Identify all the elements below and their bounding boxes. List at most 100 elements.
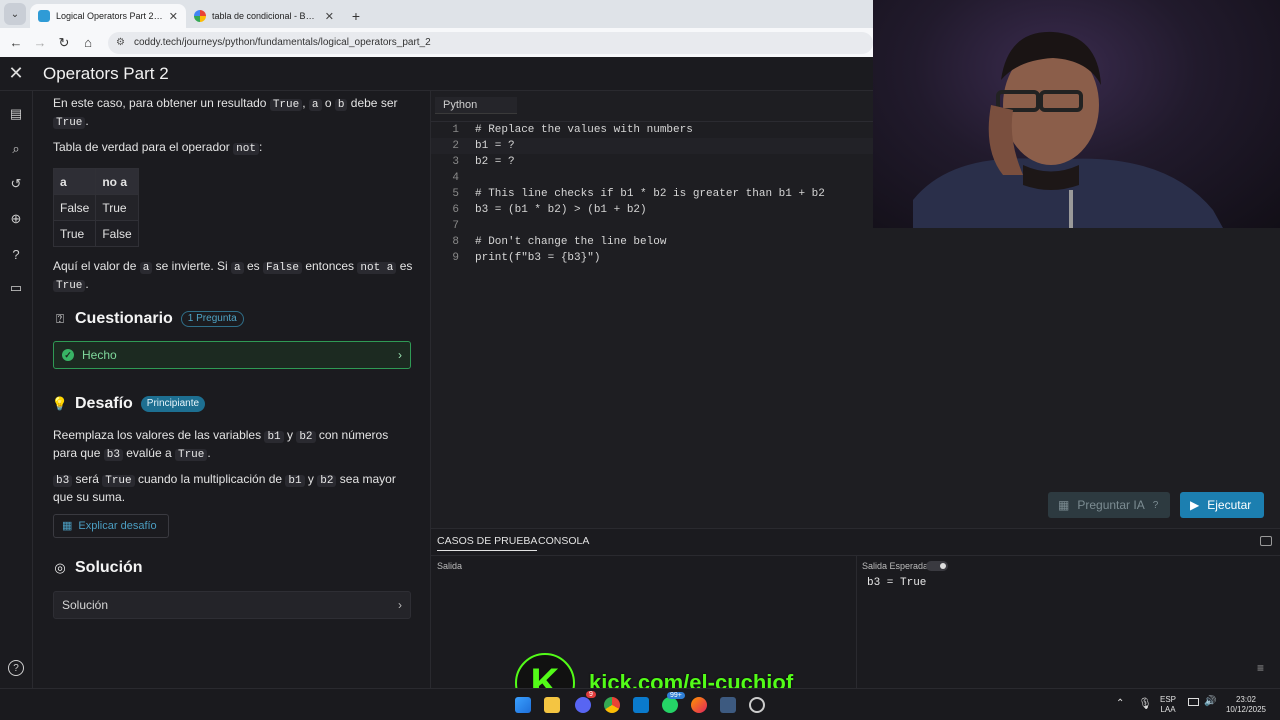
section-title: Desafío — [75, 395, 133, 412]
ask-ai-label: Preguntar IA — [1077, 498, 1145, 512]
done-label: Hecho — [82, 348, 117, 362]
table-cell: True — [95, 194, 139, 221]
truth-table: a no a False True True False — [52, 168, 139, 247]
code-line[interactable]: 9 print(f"b3 = {b3}") — [431, 250, 1280, 266]
address-bar[interactable]: ⚙ coddy.tech/journeys/python/fundamental… — [108, 31, 873, 54]
run-button[interactable]: ▶ Ejecutar — [1180, 492, 1264, 518]
reload-icon[interactable]: ↻ — [54, 33, 74, 53]
file-explorer-icon[interactable] — [544, 697, 560, 713]
volume-icon[interactable]: 🔊 — [1204, 696, 1216, 707]
windows-taskbar: 9 99+ ⌃ 🎙 ESP LAA 🔊 23:02 10/12/2025 — [0, 688, 1280, 720]
expected-output-toggle[interactable] — [926, 561, 948, 571]
search-document-icon[interactable]: ⌕ — [8, 141, 24, 157]
display-icon[interactable] — [1188, 698, 1199, 706]
quiz-icon: ⍰ — [56, 311, 64, 326]
microphone-icon[interactable]: 🎙 — [1138, 697, 1152, 710]
target-icon: ◎ — [54, 560, 66, 575]
quiz-done-button[interactable]: ✓ Hecho › — [53, 341, 411, 369]
table-header-cell: a — [52, 168, 97, 195]
explain-label: Explicar desafío — [78, 520, 157, 532]
expected-output-value: b3 = True — [867, 577, 927, 589]
tab-title: tabla de condicional - Buscar co — [212, 11, 319, 21]
lesson-book-icon[interactable]: ▤ — [8, 106, 24, 122]
table-row: False True — [52, 194, 139, 221]
challenge-paragraph: Reemplaza los valores de las variables b… — [53, 428, 389, 461]
vscode-icon[interactable] — [633, 697, 649, 713]
whatsapp-badge: 99+ — [667, 692, 685, 699]
clock[interactable]: 23:02 10/12/2025 — [1222, 695, 1270, 715]
tray-chevron-up-icon[interactable]: ⌃ — [1116, 698, 1124, 709]
chevron-right-icon: › — [398, 598, 402, 612]
streamer-camera-image — [913, 31, 1223, 228]
home-icon[interactable]: ⌂ — [78, 33, 98, 53]
section-title: Cuestionario — [75, 310, 173, 327]
obs-icon[interactable] — [749, 697, 765, 713]
tab-console[interactable]: CONSOLA — [538, 535, 589, 547]
close-tab-icon[interactable]: ✕ — [169, 10, 178, 23]
check-icon: ✓ — [62, 349, 74, 361]
whatsapp-icon[interactable] — [662, 697, 678, 713]
help-bubble-icon[interactable]: ? — [8, 246, 24, 262]
menu-icon[interactable]: ≡ — [1257, 661, 1264, 675]
close-tab-icon[interactable]: ✕ — [325, 10, 334, 23]
left-rail: ▤ ⌕ ↺ ⊕ ? ▭ ? — [0, 91, 33, 688]
webcam-overlay — [873, 0, 1280, 228]
info-icon: ? — [1152, 499, 1159, 511]
panel-toggle-icon[interactable] — [1260, 536, 1272, 546]
browser-tab-active[interactable]: Logical Operators Part 2 | Pytho ✕ — [30, 4, 186, 28]
section-title: Solución — [75, 559, 143, 576]
table-header-row: a no a — [52, 168, 139, 195]
language-indicator[interactable]: ESP LAA — [1160, 695, 1176, 715]
app-icon[interactable] — [720, 697, 736, 713]
google-favicon-icon — [194, 10, 206, 22]
tab-test-cases[interactable]: CASOS DE PRUEBA — [437, 535, 538, 551]
forward-icon[interactable]: → — [30, 33, 50, 53]
table-cell: False — [52, 194, 97, 221]
ask-ai-button[interactable]: ▦ Preguntar IA ? — [1048, 492, 1170, 518]
language-tab[interactable]: Python — [435, 97, 517, 114]
lesson-header: ✕ Operators Part 2 — [0, 57, 873, 91]
expected-output-label: Salida Esperada — [862, 561, 929, 571]
discord-badge: 9 — [586, 691, 596, 698]
table-cell: True — [52, 220, 97, 247]
play-icon: ▶ — [1190, 498, 1200, 512]
new-tab-icon[interactable]: + — [346, 6, 366, 26]
browser-tab[interactable]: tabla de condicional - Buscar co ✕ — [186, 4, 342, 28]
site-info-icon[interactable]: ⚙ — [116, 37, 128, 49]
quiz-section-header: ⍰ Cuestionario 1 Pregunta — [53, 311, 244, 327]
zoom-search-icon[interactable]: ⊕ — [8, 211, 24, 227]
run-label: Ejecutar — [1207, 498, 1252, 512]
lesson-paragraph: En este caso, para obtener un resultado … — [53, 96, 398, 129]
calendar-icon: ▦ — [62, 520, 73, 532]
lesson-paragraph: Tabla de verdad para el operador not: — [53, 140, 263, 155]
table-row: True False — [52, 220, 139, 247]
solution-label: Solución — [62, 598, 109, 612]
chevron-right-icon: › — [398, 348, 402, 362]
challenge-paragraph: b3 será True cuando la multiplicación de… — [53, 472, 396, 504]
firefox-icon[interactable] — [691, 697, 707, 713]
browser-tab-bar: ⌄ Logical Operators Part 2 | Pytho ✕ tab… — [0, 0, 873, 28]
calendar-icon: ▦ — [1058, 498, 1070, 512]
address-url: coddy.tech/journeys/python/fundamentals/… — [134, 37, 431, 48]
help-icon[interactable]: ? — [8, 660, 24, 676]
discord-icon[interactable] — [575, 697, 591, 713]
code-line[interactable]: 8 # Don't change the line below — [431, 234, 1280, 250]
tab-search-dropdown[interactable]: ⌄ — [4, 3, 26, 25]
back-icon[interactable]: ← — [6, 33, 26, 53]
tab-title: Logical Operators Part 2 | Pytho — [56, 11, 163, 21]
solution-button[interactable]: Solución › — [53, 591, 411, 619]
page-title: Operators Part 2 — [43, 63, 169, 83]
history-icon[interactable]: ↺ — [8, 176, 24, 192]
table-cell: False — [95, 220, 139, 247]
difficulty-badge: Principiante — [140, 396, 206, 412]
output-label: Salida — [437, 561, 463, 571]
close-icon[interactable]: ✕ — [0, 63, 32, 84]
explain-challenge-button[interactable]: ▦ Explicar desafío — [53, 514, 169, 538]
chrome-icon[interactable] — [604, 697, 620, 713]
lesson-panel: En este caso, para obtener un resultado … — [33, 91, 431, 688]
solution-section-header: ◎ Solución — [53, 559, 143, 576]
windows-start-icon[interactable] — [515, 697, 531, 713]
lightbulb-icon: 💡 — [51, 396, 69, 411]
divider — [856, 556, 857, 689]
chat-icon[interactable]: ▭ — [8, 280, 24, 296]
